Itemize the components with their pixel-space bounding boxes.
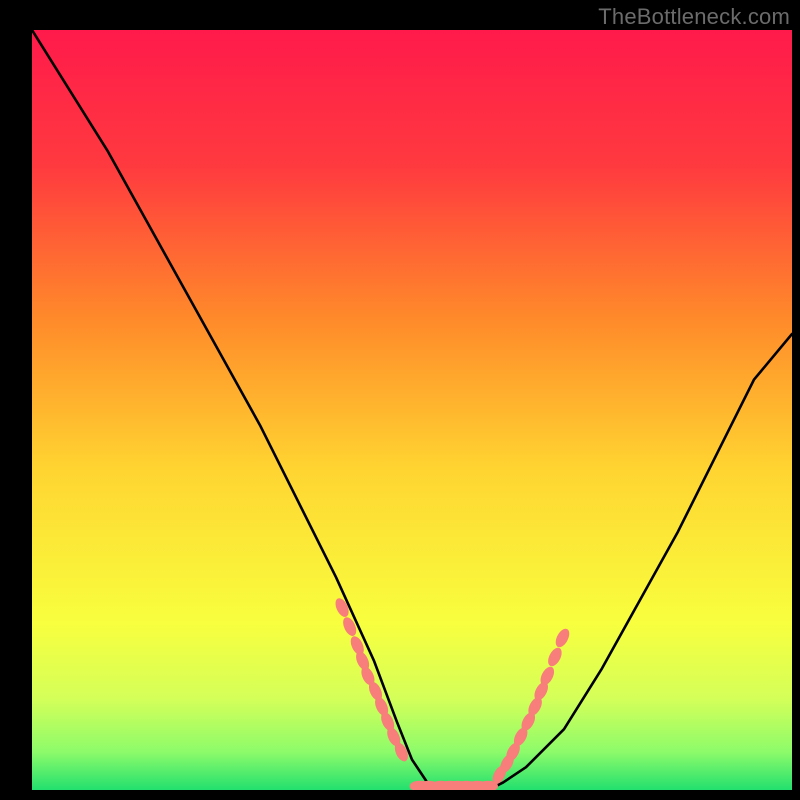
bottleneck-chart <box>32 30 792 790</box>
gradient-background <box>32 30 792 790</box>
watermark-text: TheBottleneck.com <box>598 4 790 30</box>
chart-frame <box>32 30 792 790</box>
